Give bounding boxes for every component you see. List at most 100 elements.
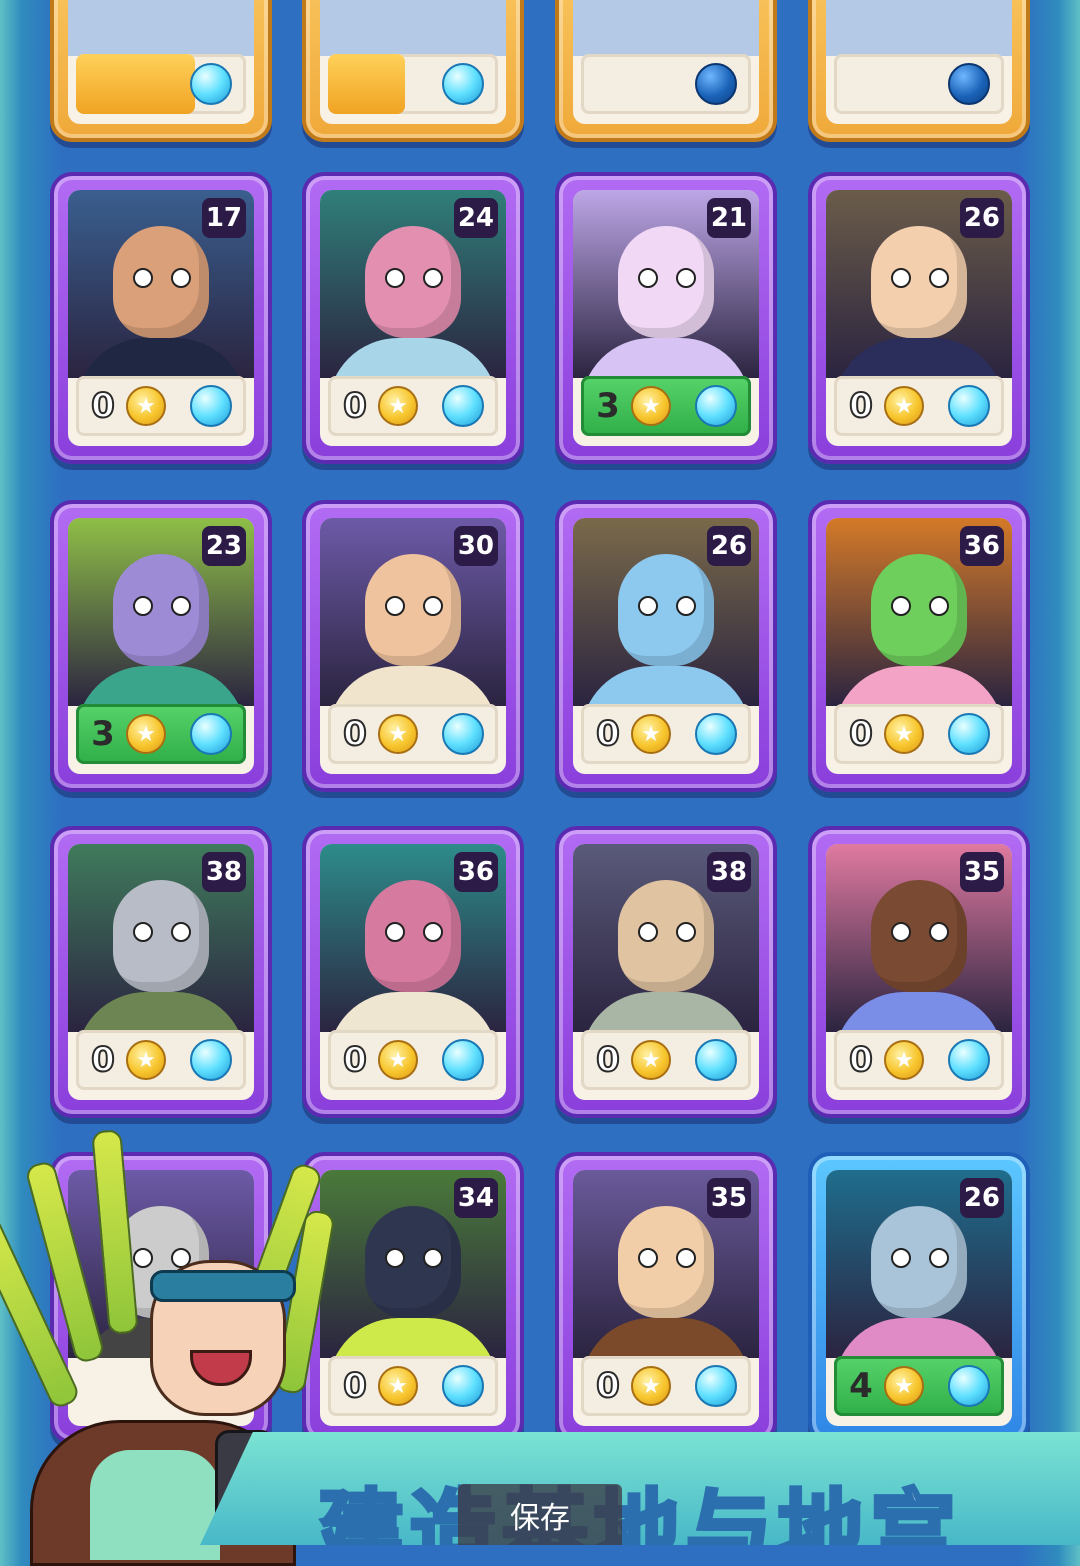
character-body (581, 666, 751, 706)
character-card-bearded-wizard[interactable]: 38 0 ★ (555, 826, 777, 1118)
character-card-hidden-card[interactable] (50, 1152, 272, 1444)
character-eye (385, 922, 405, 942)
coin-count: 4 (849, 1366, 873, 1406)
character-face (365, 226, 461, 338)
top-card-2[interactable] (302, 0, 524, 142)
character-face (871, 554, 967, 666)
upgrade-bar: 4 ★ (834, 1356, 1004, 1416)
save-button[interactable]: 保存 (458, 1484, 622, 1545)
character-eye (423, 268, 443, 288)
character-eye (891, 1248, 911, 1268)
card-inner: 35 0 ★ (573, 1170, 759, 1426)
gem-orb-icon (442, 713, 484, 755)
character-face (113, 880, 209, 992)
top-card-1[interactable] (50, 0, 272, 142)
level-badge: 17 (201, 198, 246, 238)
gem-orb-icon (948, 63, 990, 105)
card-inner: 26 0 ★ (826, 190, 1012, 446)
character-card-green-alien-suit[interactable]: 36 0 ★ (808, 500, 1030, 792)
gem-orb-icon (695, 1365, 737, 1407)
upgrade-bar: 0 ★ (328, 1030, 498, 1090)
coin-count: 0 (90, 385, 116, 427)
card-inner (826, 0, 1012, 124)
top-card-3[interactable] (555, 0, 777, 142)
character-card-dark-serpent[interactable]: 34 0 ★ (302, 1152, 524, 1444)
character-eye (171, 268, 191, 288)
gem-orb-icon (190, 63, 232, 105)
card-inner: 36 0 ★ (826, 518, 1012, 774)
card-inner (573, 0, 759, 124)
gem-orb-icon (695, 63, 737, 105)
character-face (618, 554, 714, 666)
level-badge: 30 (453, 526, 498, 566)
coin-count: 0 (848, 1039, 874, 1081)
character-body (834, 992, 1004, 1032)
star-coin-icon: ★ (631, 386, 671, 426)
character-portrait (68, 1170, 254, 1358)
character-eye (891, 596, 911, 616)
card-inner: 26 4 ★ (826, 1170, 1012, 1426)
character-card-robot-soldier[interactable]: 38 0 ★ (50, 826, 272, 1118)
character-card-sunglasses-blonde[interactable]: 26 0 ★ (808, 172, 1030, 464)
character-card-star-afro-woman[interactable]: 35 0 ★ (808, 826, 1030, 1118)
progress-bar (328, 54, 498, 114)
character-body (581, 992, 751, 1032)
card-inner: 17 0 ★ (68, 190, 254, 446)
coin-count: 0 (595, 713, 621, 755)
character-card-pink-alien-gentleman[interactable]: 24 0 ★ (302, 172, 524, 464)
card-inner: 24 0 ★ (320, 190, 506, 446)
character-portrait (826, 0, 1012, 56)
character-card-crystal-creature[interactable]: 21 3 ★ (555, 172, 777, 464)
character-body (76, 666, 246, 706)
character-portrait: 26 (826, 190, 1012, 378)
character-portrait: 35 (826, 844, 1012, 1032)
upgrade-bar: 0 ★ (581, 704, 751, 764)
coin-count: 3 (91, 714, 115, 754)
character-card-young-man-brown-hair[interactable]: 35 0 ★ (555, 1152, 777, 1444)
upgrade-bar: 0 ★ (834, 704, 1004, 764)
character-portrait: 24 (320, 190, 506, 378)
top-card-4[interactable] (808, 0, 1030, 142)
character-eye (676, 1248, 696, 1268)
character-card-purple-raptor[interactable]: 23 3 ★ (50, 500, 272, 792)
character-eye (133, 922, 153, 942)
card-inner: 30 0 ★ (320, 518, 506, 774)
star-coin-icon: ★ (126, 386, 166, 426)
character-card-smiling-old-man[interactable]: 30 0 ★ (302, 500, 524, 792)
card-inner: 38 0 ★ (573, 844, 759, 1100)
character-card-shouting-officer[interactable]: 17 0 ★ (50, 172, 272, 464)
level-badge: 34 (453, 1178, 498, 1218)
card-inner: 23 3 ★ (68, 518, 254, 774)
upgrade-bar: 0 ★ (76, 376, 246, 436)
level-badge: 35 (706, 1178, 751, 1218)
coin-count: 0 (595, 1365, 621, 1407)
character-portrait: 36 (826, 518, 1012, 706)
star-coin-icon: ★ (126, 1040, 166, 1080)
character-portrait (573, 0, 759, 56)
star-coin-icon: ★ (378, 1366, 418, 1406)
coin-count: 0 (848, 385, 874, 427)
character-eye (929, 596, 949, 616)
coin-count: 0 (342, 713, 368, 755)
upgrade-bar: 0 ★ (328, 704, 498, 764)
upgrade-bar: 0 ★ (581, 1356, 751, 1416)
character-body (834, 1318, 1004, 1358)
character-face (618, 1206, 714, 1318)
level-badge: 21 (706, 198, 751, 238)
gem-orb-icon (442, 1365, 484, 1407)
character-eye (638, 268, 658, 288)
level-badge: 24 (453, 198, 498, 238)
gem-orb-icon (442, 385, 484, 427)
star-coin-icon: ★ (631, 1366, 671, 1406)
character-eye (385, 1248, 405, 1268)
character-card-blue-fluffy-critter[interactable]: 26 0 ★ (555, 500, 777, 792)
character-body (328, 1318, 498, 1358)
character-card-robot-chef[interactable]: 26 4 ★ (808, 1152, 1030, 1444)
character-card-pink-dragon[interactable]: 36 0 ★ (302, 826, 524, 1118)
level-badge: 23 (201, 526, 246, 566)
card-inner: 34 0 ★ (320, 1170, 506, 1426)
character-eye (133, 268, 153, 288)
upgrade-bar: 0 ★ (581, 1030, 751, 1090)
character-portrait: 36 (320, 844, 506, 1032)
character-portrait (68, 0, 254, 56)
